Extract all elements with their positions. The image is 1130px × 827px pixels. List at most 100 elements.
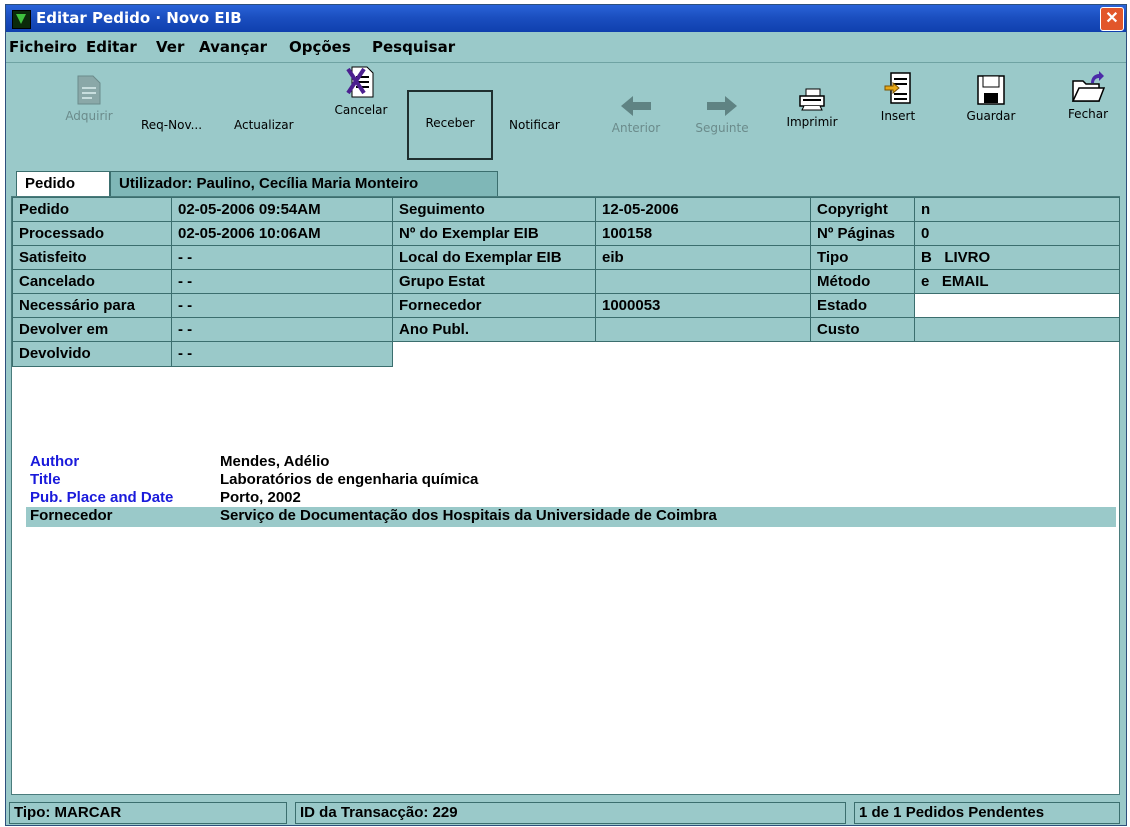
adquirir-label: Adquirir xyxy=(65,109,113,123)
seguinte-button[interactable]: Seguinte xyxy=(689,95,755,135)
arrow-left-icon xyxy=(621,96,651,116)
anterior-button[interactable]: Anterior xyxy=(603,95,669,135)
processado-label: Processado xyxy=(12,221,172,246)
arrow-right-icon xyxy=(707,96,737,116)
request-panel: Pedido 02-05-2006 09:54AM Processado 02-… xyxy=(11,196,1120,795)
guardar-label: Guardar xyxy=(966,109,1016,123)
document-icon xyxy=(77,75,101,105)
author-value: Mendes, Adélio xyxy=(220,453,330,470)
pedido-label: Pedido xyxy=(12,197,172,222)
devolver-em-value[interactable]: - - xyxy=(171,317,393,342)
req-nov-button[interactable]: Req-Nov... xyxy=(141,118,216,132)
anterior-label: Anterior xyxy=(611,121,661,135)
devolvido-value[interactable]: - - xyxy=(171,341,393,367)
status-transaction-id: ID da Transacção: 229 xyxy=(295,802,846,824)
actualizar-button[interactable]: Actualizar xyxy=(234,118,309,132)
window-title: Editar Pedido · Novo EIB xyxy=(36,9,242,27)
ano-publ-label: Ano Publ. xyxy=(392,317,596,342)
necessario-para-label: Necessário para xyxy=(12,293,172,318)
necessario-para-value[interactable]: - - xyxy=(171,293,393,318)
app-logo-icon xyxy=(12,10,31,29)
copyright-label: Copyright xyxy=(810,197,915,222)
insert-label: Insert xyxy=(880,109,916,123)
cancelado-value[interactable]: - - xyxy=(171,269,393,294)
devolver-em-label: Devolver em xyxy=(12,317,172,342)
processado-value[interactable]: 02-05-2006 10:06AM xyxy=(171,221,393,246)
imprimir-button[interactable]: Imprimir xyxy=(778,87,846,129)
edit-request-window: Editar Pedido · Novo EIB ✕ Ficheiro Edit… xyxy=(5,4,1127,826)
title-bar: Editar Pedido · Novo EIB ✕ xyxy=(6,5,1126,32)
status-pending-count: 1 de 1 Pedidos Pendentes xyxy=(854,802,1120,824)
menu-ver[interactable]: Ver xyxy=(156,38,184,56)
notificar-label: Notificar xyxy=(509,118,560,132)
seguimento-label: Seguimento xyxy=(392,197,596,222)
menu-opcoes[interactable]: Opções xyxy=(289,38,351,56)
req-nov-label: Req-Nov... xyxy=(141,118,203,132)
author-key: Author xyxy=(30,453,80,470)
custo-value[interactable] xyxy=(914,317,1120,342)
grupo-estat-value[interactable] xyxy=(595,269,811,294)
receber-button[interactable]: Receber xyxy=(407,90,493,160)
custo-label: Custo xyxy=(810,317,915,342)
fornecedor-key: Fornecedor xyxy=(30,507,113,524)
metodo-value[interactable]: e EMAIL xyxy=(914,269,1120,294)
toolbar: Adquirir Req-Nov... Actualizar Cancelar … xyxy=(6,63,1126,163)
paginas-label: Nº Páginas xyxy=(810,221,915,246)
notificar-button[interactable]: Notificar xyxy=(509,118,579,132)
copyright-value[interactable]: n xyxy=(914,197,1120,222)
tipo-label: Tipo xyxy=(810,245,915,270)
fornecedor-label: Fornecedor xyxy=(392,293,596,318)
estado-label: Estado xyxy=(810,293,915,318)
adquirir-button[interactable]: Adquirir xyxy=(54,75,124,123)
pub-place-key: Pub. Place and Date xyxy=(30,489,174,506)
seguimento-value[interactable]: 12-05-2006 xyxy=(595,197,811,222)
info-fornecedor-row[interactable]: Fornecedor Serviço de Documentação dos H… xyxy=(26,507,1116,527)
tab-utilizador[interactable]: Utilizador: Paulino, Cecília Maria Monte… xyxy=(110,171,498,196)
local-exemplar-label: Local do Exemplar EIB xyxy=(392,245,596,270)
printer-icon xyxy=(799,88,825,111)
title-value: Laboratórios de engenharia química xyxy=(220,471,479,488)
insert-document-icon xyxy=(884,72,911,104)
info-pubplace-row: Pub. Place and Date Porto, 2002 xyxy=(30,489,1100,507)
fornecedor-value[interactable]: 1000053 xyxy=(595,293,811,318)
fornecedor-name: Serviço de Documentação dos Hospitais da… xyxy=(220,507,717,524)
satisfeito-label: Satisfeito xyxy=(12,245,172,270)
title-key: Title xyxy=(30,471,61,488)
menu-editar[interactable]: Editar xyxy=(86,38,137,56)
cancel-document-icon xyxy=(346,66,374,98)
grupo-estat-label: Grupo Estat xyxy=(392,269,596,294)
menu-pesquisar[interactable]: Pesquisar xyxy=(372,38,455,56)
fechar-label: Fechar xyxy=(1067,107,1109,121)
metodo-label: Método xyxy=(810,269,915,294)
info-title-row: Title Laboratórios de engenharia química xyxy=(30,471,1100,489)
paginas-value[interactable]: 0 xyxy=(914,221,1120,246)
satisfeito-value[interactable]: - - xyxy=(171,245,393,270)
menu-ficheiro[interactable]: Ficheiro xyxy=(9,38,77,56)
pedido-value[interactable]: 02-05-2006 09:54AM xyxy=(171,197,393,222)
exemplar-eib-label: Nº do Exemplar EIB xyxy=(392,221,596,246)
close-button[interactable]: ✕ xyxy=(1100,7,1124,31)
tipo-value[interactable]: B LIVRO xyxy=(914,245,1120,270)
cancelado-label: Cancelado xyxy=(12,269,172,294)
devolvido-label: Devolvido xyxy=(12,341,172,367)
actualizar-label: Actualizar xyxy=(234,118,294,132)
tab-strip: Pedido Utilizador: Paulino, Cecília Mari… xyxy=(6,168,1126,198)
receber-label: Receber xyxy=(425,116,475,130)
menu-avancar[interactable]: Avançar xyxy=(199,38,267,56)
local-exemplar-value[interactable]: eib xyxy=(595,245,811,270)
status-tipo: Tipo: MARCAR xyxy=(9,802,287,824)
exemplar-eib-value[interactable]: 100158 xyxy=(595,221,811,246)
guardar-button[interactable]: Guardar xyxy=(959,75,1023,123)
imprimir-label: Imprimir xyxy=(786,115,838,129)
cancelar-button[interactable]: Cancelar xyxy=(326,65,396,117)
tab-pedido[interactable]: Pedido xyxy=(16,171,110,196)
estado-input[interactable] xyxy=(914,293,1120,318)
ano-publ-value[interactable] xyxy=(595,317,811,342)
folder-open-icon xyxy=(1071,71,1105,102)
fechar-button[interactable]: Fechar xyxy=(1060,71,1116,121)
cancelar-label: Cancelar xyxy=(334,103,388,117)
pub-place-value: Porto, 2002 xyxy=(220,489,301,506)
menu-bar: Ficheiro Editar Ver Avançar Opções Pesqu… xyxy=(6,32,1126,63)
info-author-row: Author Mendes, Adélio xyxy=(30,453,1100,471)
insert-button[interactable]: Insert xyxy=(871,71,925,123)
